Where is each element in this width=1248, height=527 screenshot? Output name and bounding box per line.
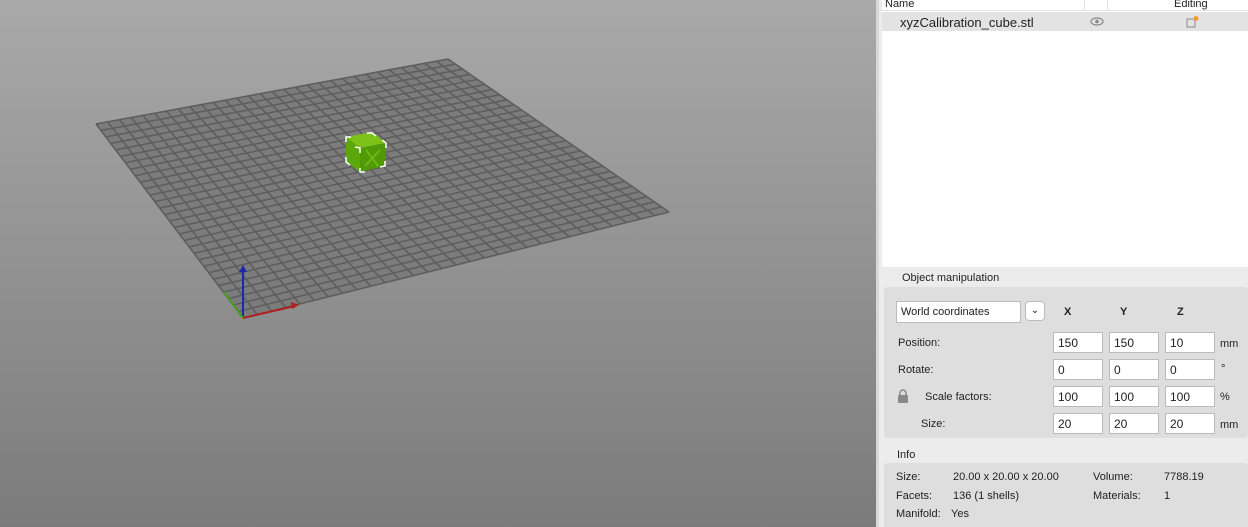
list-header: Name Editing: [882, 0, 1248, 11]
position-x-input[interactable]: 150: [1053, 332, 1103, 353]
lock-icon[interactable]: [897, 389, 909, 403]
position-unit: mm: [1220, 338, 1239, 350]
info-panel: Size: 20.00 x 20.00 x 20.00 Volume: 7788…: [884, 463, 1248, 527]
chevron-down-icon[interactable]: ⌄: [1025, 301, 1045, 321]
position-label: Position:: [898, 337, 941, 349]
info-materials-value: 1: [1164, 490, 1171, 502]
scene: [95, 58, 670, 319]
position-z-input[interactable]: 10: [1165, 332, 1215, 353]
position-y-input[interactable]: 150: [1109, 332, 1159, 353]
axis-y-label: Y: [1120, 306, 1128, 318]
rotate-unit: °: [1221, 363, 1226, 375]
size-label: Size:: [921, 418, 946, 430]
scale-label: Scale factors:: [925, 391, 992, 403]
rotate-label: Rotate:: [898, 364, 934, 376]
object-list[interactable]: Name Editing xyzCalibration_cube.stl: [882, 0, 1248, 267]
rotate-z-input[interactable]: 0: [1165, 359, 1215, 380]
list-item[interactable]: xyzCalibration_cube.stl: [882, 12, 1248, 31]
info-facets-value: 136 (1 shells): [953, 490, 1020, 502]
info-manifold-value: Yes: [951, 508, 969, 520]
size-y-input[interactable]: 20: [1109, 413, 1159, 434]
size-unit: mm: [1220, 419, 1239, 431]
info-size-label: Size:: [896, 471, 921, 483]
print-bed: [95, 58, 670, 319]
info-volume-value: 7788.19: [1164, 471, 1204, 483]
info-manifold-label: Manifold:: [896, 508, 941, 520]
manipulation-title: Object manipulation: [902, 272, 1000, 284]
col-editing[interactable]: Editing: [1174, 0, 1208, 10]
info-materials-label: Materials:: [1093, 490, 1141, 502]
scale-unit: %: [1220, 391, 1230, 403]
eye-icon[interactable]: [1090, 17, 1104, 26]
scale-z-input[interactable]: 100: [1165, 386, 1215, 407]
scale-x-input[interactable]: 100: [1053, 386, 1103, 407]
size-x-input[interactable]: 20: [1053, 413, 1103, 434]
axis-z-label: Z: [1177, 306, 1184, 318]
rotate-x-input[interactable]: 0: [1053, 359, 1103, 380]
rotate-y-input[interactable]: 0: [1109, 359, 1159, 380]
coord-system-select[interactable]: World coordinates: [896, 301, 1021, 323]
info-title: Info: [897, 449, 916, 461]
col-name[interactable]: Name: [885, 0, 914, 10]
info-facets-label: Facets:: [896, 490, 933, 502]
manipulation-panel: World coordinates ⌄ X Y Z Position: 150 …: [884, 287, 1248, 438]
size-z-input[interactable]: 20: [1165, 413, 1215, 434]
edit-settings-icon[interactable]: [1186, 15, 1200, 29]
object-name: xyzCalibration_cube.stl: [900, 15, 1034, 30]
axis-x-label: X: [1064, 306, 1072, 318]
scale-y-input[interactable]: 100: [1109, 386, 1159, 407]
sidebar: Name Editing xyzCalibration_cube.stl Obj…: [876, 0, 1248, 527]
info-volume-label: Volume:: [1093, 471, 1133, 483]
info-size-value: 20.00 x 20.00 x 20.00: [953, 471, 1059, 483]
3d-viewport[interactable]: [0, 0, 876, 527]
